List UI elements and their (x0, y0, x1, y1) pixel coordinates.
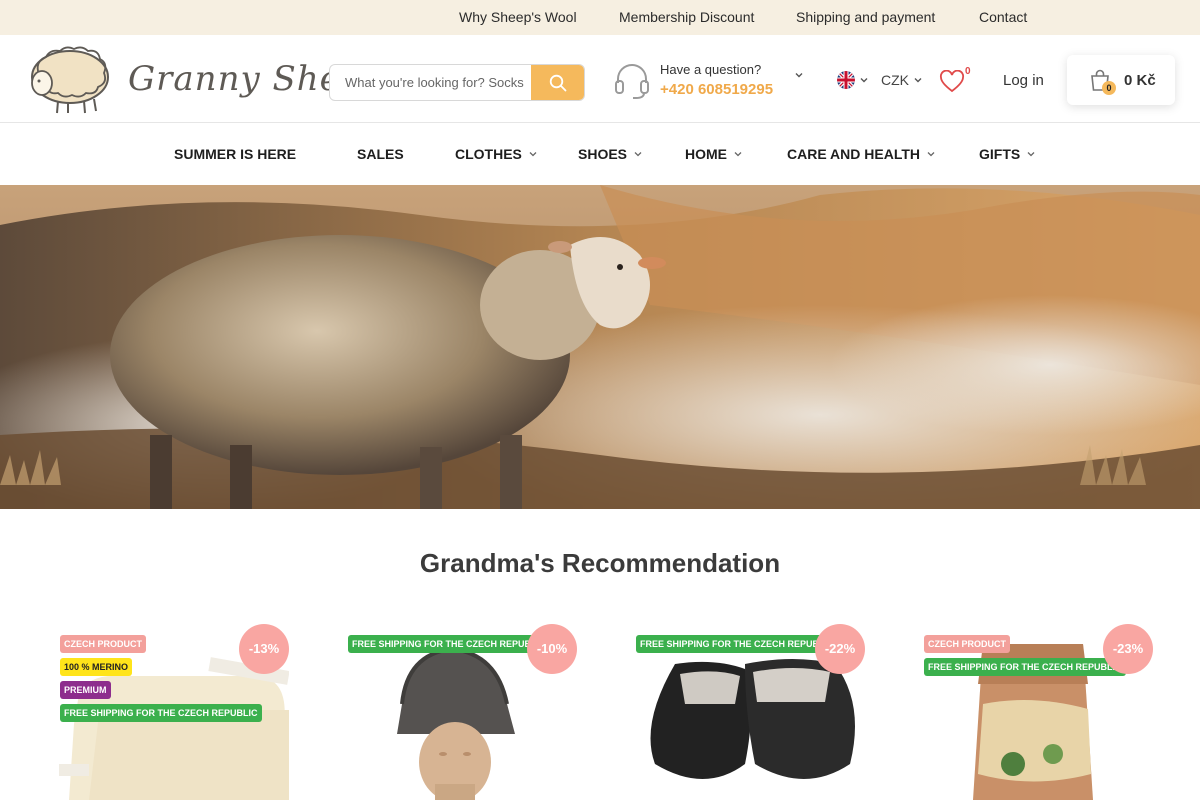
discount-badge: -22% (815, 624, 865, 674)
nav-item-label: SHOES (578, 146, 628, 162)
product-tag: FREE SHIPPING FOR THE CZECH REPUBLIC (636, 635, 838, 653)
discount-badge: -13% (239, 624, 289, 674)
site-header: Granny Sheep Have a question? +420 60851… (0, 35, 1200, 123)
chevron-down-icon (914, 78, 922, 83)
nav-item-label: HOME (685, 146, 727, 162)
chevron-down-icon (529, 152, 537, 157)
nav-item-label: GIFTS (979, 146, 1021, 162)
product-tag: CZECH PRODUCT (60, 635, 146, 653)
main-nav: SUMMER IS HERE SALES CLOTHES SHOES HOME … (0, 123, 1200, 185)
chevron-down-icon (795, 73, 803, 78)
currency-label: CZK (881, 72, 909, 88)
nav-item-summer[interactable]: SUMMER IS HERE (174, 146, 296, 162)
uk-flag-icon (837, 71, 855, 89)
nav-item-label: CLOTHES (455, 146, 522, 162)
sheep-logo-icon (31, 46, 109, 114)
nav-item-gifts[interactable]: GIFTS (979, 146, 1036, 162)
nav-item-clothes[interactable]: CLOTHES (455, 146, 538, 162)
discount-badge: -10% (527, 624, 577, 674)
hero-sheep-image (0, 185, 1200, 509)
nav-item-home[interactable]: HOME (685, 146, 743, 162)
chevron-down-icon (1027, 152, 1035, 157)
search-icon (549, 74, 566, 91)
nav-item-care-health[interactable]: CARE AND HEALTH (787, 146, 936, 162)
headset-icon (615, 64, 649, 99)
support-contact[interactable]: Have a question? +420 608519295 (610, 57, 810, 107)
search-input[interactable] (330, 65, 533, 100)
product-tag: PREMIUM (60, 681, 111, 699)
nav-item-sales[interactable]: SALES (357, 146, 404, 162)
currency-selector[interactable]: CZK (881, 72, 923, 88)
support-phone[interactable]: +420 608519295 (660, 81, 773, 98)
hero-banner[interactable] (0, 185, 1200, 509)
product-tag: FREE SHIPPING FOR THE CZECH REPUBLIC (60, 704, 262, 722)
topbar-link-membership[interactable]: Membership Discount (619, 9, 754, 25)
cart-total: 0 Kč (1124, 72, 1156, 89)
chevron-down-icon (734, 152, 742, 157)
nav-item-label: SALES (357, 146, 404, 162)
chevron-down-icon (634, 152, 642, 157)
chevron-down-icon (860, 78, 868, 83)
top-bar: Why Sheep's Wool Membership Discount Shi… (0, 0, 1200, 35)
search-bar (329, 64, 585, 101)
logo[interactable]: Granny Sheep (24, 43, 384, 117)
cart-button[interactable]: 0 0 Kč (1067, 55, 1175, 105)
wishlist-button[interactable]: 0 (939, 66, 973, 96)
topbar-link-contact[interactable]: Contact (979, 9, 1027, 25)
product-tag: CZECH PRODUCT (924, 635, 1010, 653)
topbar-link-why-wool[interactable]: Why Sheep's Wool (459, 9, 577, 25)
product-tag: FREE SHIPPING FOR THE CZECH REPUBLIC (348, 635, 550, 653)
product-tag: FREE SHIPPING FOR THE CZECH REPUBLIC (924, 658, 1126, 676)
nav-item-label: CARE AND HEALTH (787, 146, 920, 162)
search-button[interactable] (531, 65, 584, 100)
nav-item-label: SUMMER IS HERE (174, 146, 297, 162)
chevron-down-icon (927, 152, 935, 157)
product-tag: 100 % MERINO (60, 658, 133, 676)
wishlist-count: 0 (965, 66, 971, 77)
nav-item-shoes[interactable]: SHOES (578, 146, 643, 162)
heart-icon (940, 70, 964, 93)
topbar-link-shipping[interactable]: Shipping and payment (796, 9, 935, 25)
discount-badge: -23% (1103, 624, 1153, 674)
support-question: Have a question? (660, 62, 762, 77)
cart-count-badge: 0 (1102, 81, 1116, 95)
section-title: Grandma's Recommendation (419, 548, 781, 578)
language-selector[interactable] (837, 70, 869, 90)
login-link[interactable]: Log in (1003, 72, 1044, 89)
